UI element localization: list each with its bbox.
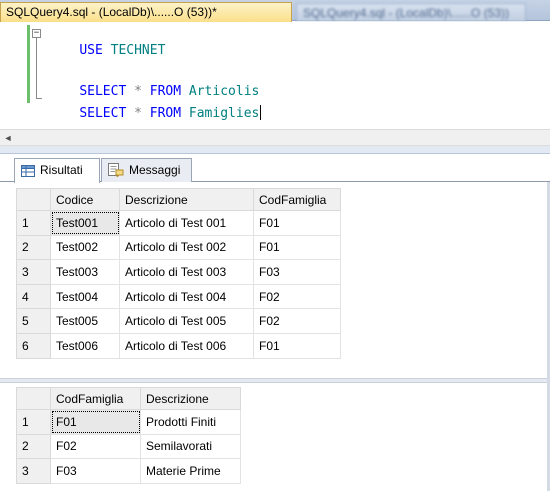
outline-line bbox=[36, 38, 37, 98]
pane-splitter[interactable] bbox=[0, 146, 550, 154]
column-header[interactable]: Codice bbox=[50, 188, 120, 211]
operator: * bbox=[134, 106, 142, 121]
grid-corner[interactable] bbox=[16, 188, 51, 211]
table-row[interactable]: 4 Test004 Articolo di Test 004 F02 bbox=[16, 283, 341, 310]
row-number[interactable]: 1 bbox=[16, 409, 51, 435]
results-tab-bar: Risultati Messaggi bbox=[0, 154, 550, 183]
horizontal-scrollbar[interactable]: ◄ bbox=[0, 129, 550, 146]
table-row[interactable]: 2 Test002 Articolo di Test 002 F01 bbox=[16, 234, 341, 261]
table-row[interactable]: 5 Test005 Articolo di Test 005 F02 bbox=[16, 308, 341, 334]
tab-results[interactable]: Risultati bbox=[14, 158, 100, 183]
table-cell[interactable]: Articolo di Test 006 bbox=[119, 332, 254, 359]
results-grid-1: Codice Descrizione CodFamiglia 1 Test001… bbox=[16, 188, 341, 359]
grid-corner[interactable] bbox=[16, 387, 51, 410]
row-number[interactable]: 1 bbox=[16, 210, 51, 236]
table-cell[interactable]: Articolo di Test 004 bbox=[119, 283, 254, 310]
table-cell[interactable]: F01 bbox=[50, 409, 141, 435]
table-cell[interactable]: Articolo di Test 001 bbox=[119, 210, 254, 236]
table-cell[interactable]: F01 bbox=[253, 210, 341, 236]
grid-icon bbox=[21, 165, 35, 180]
row-number[interactable]: 3 bbox=[16, 458, 51, 484]
results-grid-2: CodFamiglia Descrizione 1 F01 Prodotti F… bbox=[16, 387, 241, 484]
table-row[interactable]: 6 Test006 Articolo di Test 006 F01 bbox=[16, 332, 341, 359]
tab-messages-label: Messaggi bbox=[129, 163, 181, 177]
keyword: USE bbox=[79, 43, 103, 58]
collapse-icon[interactable]: − bbox=[32, 29, 41, 38]
table-row[interactable]: 3 F03 Materie Prime bbox=[16, 458, 241, 484]
table-row[interactable]: 1 Test001 Articolo di Test 001 F01 bbox=[16, 210, 341, 236]
table-cell[interactable]: F02 bbox=[253, 308, 341, 334]
tab-messages[interactable]: Messaggi bbox=[101, 158, 192, 182]
table-cell[interactable]: F03 bbox=[50, 458, 141, 484]
table-cell[interactable]: F03 bbox=[253, 259, 341, 285]
table-cell[interactable]: F01 bbox=[253, 332, 341, 359]
table-row[interactable]: 3 Test003 Articolo di Test 003 F03 bbox=[16, 259, 341, 285]
results-grid-1-area: Codice Descrizione CodFamiglia 1 Test001… bbox=[0, 183, 550, 378]
messages-icon bbox=[108, 163, 124, 180]
scroll-left-icon[interactable]: ◄ bbox=[2, 133, 14, 143]
row-number[interactable]: 5 bbox=[16, 308, 51, 334]
document-tab-inactive[interactable]: SQLQuery4.sql - (LocalDb)\......O (53)) bbox=[296, 3, 526, 21]
column-header[interactable]: CodFamiglia bbox=[50, 387, 141, 410]
database-name: TECHNET bbox=[110, 43, 166, 58]
column-header[interactable]: Descrizione bbox=[119, 188, 254, 211]
table-cell[interactable]: F02 bbox=[253, 283, 341, 310]
row-number[interactable]: 4 bbox=[16, 283, 51, 310]
table-cell[interactable]: Prodotti Finiti bbox=[140, 409, 241, 435]
table-cell[interactable]: Test002 bbox=[50, 234, 120, 261]
table-cell[interactable]: Test001 bbox=[50, 210, 120, 236]
table-cell[interactable]: F01 bbox=[253, 234, 341, 261]
table-cell[interactable]: Semilavorati bbox=[140, 433, 241, 460]
grid-splitter[interactable] bbox=[0, 378, 550, 383]
outline-end bbox=[36, 98, 42, 99]
text-caret bbox=[260, 105, 262, 120]
row-number[interactable]: 2 bbox=[16, 433, 51, 460]
change-tracking-bar bbox=[27, 25, 30, 103]
table-cell[interactable]: Test006 bbox=[50, 332, 120, 359]
table-cell[interactable]: Articolo di Test 002 bbox=[119, 234, 254, 261]
row-number[interactable]: 6 bbox=[16, 332, 51, 359]
keyword: SELECT bbox=[79, 106, 127, 121]
column-header[interactable]: CodFamiglia bbox=[253, 188, 341, 211]
column-header[interactable]: Descrizione bbox=[140, 387, 241, 410]
table-cell[interactable]: Articolo di Test 003 bbox=[119, 259, 254, 285]
table-cell[interactable]: Test004 bbox=[50, 283, 120, 310]
row-number[interactable]: 3 bbox=[16, 259, 51, 285]
table-name: Famiglies bbox=[188, 106, 260, 121]
query-editor[interactable]: − USE TECHNET SELECT * FROM Articolis SE… bbox=[0, 22, 550, 128]
editor-margin bbox=[0, 22, 26, 128]
results-grid-2-area: CodFamiglia Descrizione 1 F01 Prodotti F… bbox=[0, 384, 550, 491]
grid-header-row: Codice Descrizione CodFamiglia bbox=[16, 188, 341, 211]
table-cell[interactable]: Test005 bbox=[50, 308, 120, 334]
row-number[interactable]: 2 bbox=[16, 234, 51, 261]
table-cell[interactable]: F02 bbox=[50, 433, 141, 460]
table-row[interactable]: 2 F02 Semilavorati bbox=[16, 433, 241, 460]
tab-results-label: Risultati bbox=[40, 163, 83, 177]
keyword: FROM bbox=[149, 106, 182, 121]
table-row[interactable]: 1 F01 Prodotti Finiti bbox=[16, 409, 241, 435]
table-cell[interactable]: Test003 bbox=[50, 259, 120, 285]
document-tab-strip: SQLQuery4.sql - (LocalDb)\......O (53))*… bbox=[0, 0, 550, 22]
table-cell[interactable]: Articolo di Test 005 bbox=[119, 308, 254, 334]
document-tab-active[interactable]: SQLQuery4.sql - (LocalDb)\......O (53))* bbox=[0, 2, 292, 22]
table-cell[interactable]: Materie Prime bbox=[140, 458, 241, 484]
grid-header-row: CodFamiglia Descrizione bbox=[16, 387, 241, 410]
